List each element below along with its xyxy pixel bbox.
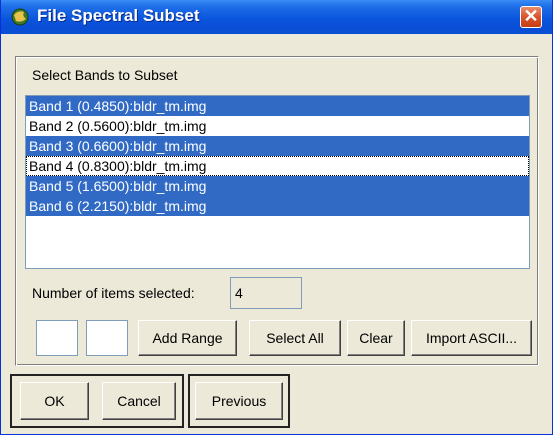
ok-button[interactable]: OK bbox=[20, 382, 89, 420]
band-list-item[interactable]: Band 5 (1.6500):bldr_tm.img bbox=[26, 176, 529, 196]
band-list-item[interactable]: Band 3 (0.6600):bldr_tm.img bbox=[26, 136, 529, 156]
band-list-item[interactable]: Band 6 (2.2150):bldr_tm.img bbox=[26, 196, 529, 216]
title-bar[interactable]: File Spectral Subset ✕ bbox=[1, 0, 552, 34]
select-all-button[interactable]: Select All bbox=[249, 320, 341, 356]
group-label: Select Bands to Subset bbox=[32, 67, 178, 83]
band-listbox[interactable]: Band 1 (0.4850):bldr_tm.img Band 2 (0.560… bbox=[25, 95, 530, 269]
selected-count-label: Number of items selected: bbox=[32, 285, 195, 301]
range-start-input[interactable] bbox=[36, 320, 78, 356]
cancel-button[interactable]: Cancel bbox=[102, 382, 176, 420]
selected-count-field: 4 bbox=[230, 277, 302, 309]
clear-button[interactable]: Clear bbox=[347, 320, 405, 356]
envi-globe-icon bbox=[11, 8, 29, 26]
dialog-window: File Spectral Subset ✕ Select Bands to S… bbox=[0, 0, 553, 435]
previous-button[interactable]: Previous bbox=[195, 382, 283, 420]
range-end-input[interactable] bbox=[86, 320, 128, 356]
add-range-button[interactable]: Add Range bbox=[138, 320, 237, 356]
band-list-item[interactable]: Band 4 (0.8300):bldr_tm.img bbox=[26, 156, 529, 176]
close-icon: ✕ bbox=[523, 6, 539, 26]
window-title: File Spectral Subset bbox=[37, 6, 200, 25]
band-list-item[interactable]: Band 1 (0.4850):bldr_tm.img bbox=[26, 96, 529, 116]
close-button[interactable]: ✕ bbox=[520, 6, 542, 28]
import-ascii-button[interactable]: Import ASCII... bbox=[411, 320, 532, 356]
band-list-item[interactable]: Band 2 (0.5600):bldr_tm.img bbox=[26, 116, 529, 136]
